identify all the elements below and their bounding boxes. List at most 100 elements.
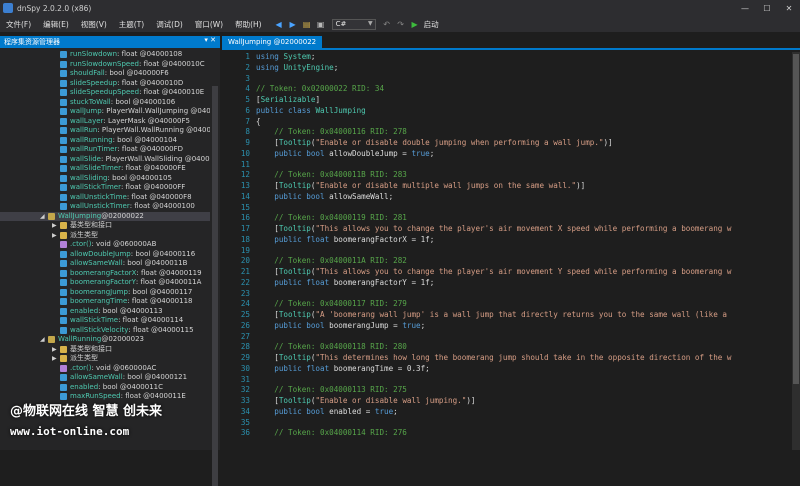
editor-scrollbar[interactable]: [792, 52, 800, 450]
tree-item[interactable]: boomerangFactorY : float @0400011A: [0, 278, 210, 288]
tab-walljumping[interactable]: WallJumping @02000022: [222, 36, 323, 48]
tree-scrollbar[interactable]: [212, 86, 218, 486]
tree-item-signature: : float @0400010D: [117, 78, 184, 87]
expand-toggle-icon[interactable]: ◢: [40, 335, 48, 345]
tree-item[interactable]: shouldFall : bool @040000F6: [0, 69, 210, 79]
line-number: 19: [240, 245, 250, 255]
menu-debug[interactable]: 调试(D): [150, 19, 189, 30]
tab-label: WallJumping @02000022: [228, 38, 317, 46]
field-icon: [60, 108, 67, 116]
tree-item[interactable]: ◢ WallRunning @02000023: [0, 335, 210, 345]
line-number: 13: [240, 181, 250, 190]
panel-controls[interactable]: ▾ ✕: [204, 36, 216, 44]
code-line: 10 public bool allowDoubleJump = true;: [222, 149, 790, 160]
tree-item[interactable]: wallRun : PlayerWall.WallRunning @04000: [0, 126, 210, 136]
field-icon: [60, 383, 67, 391]
tree-item[interactable]: ▶ 基类型和接口: [0, 345, 210, 355]
tree-item[interactable]: wallRunning : bool @04000104: [0, 136, 210, 146]
tree-item[interactable]: runSlowdown : float @04000108: [0, 50, 210, 60]
tree-item[interactable]: wallStickTime : float @04000114: [0, 316, 210, 326]
tab-strip: [222, 48, 800, 50]
tree-item[interactable]: boomerangTime : float @04000118: [0, 297, 210, 307]
menu-view[interactable]: 视图(V): [75, 19, 113, 30]
tree-item[interactable]: wallSliding : bool @04000105: [0, 174, 210, 184]
expand-toggle-icon[interactable]: ▶: [52, 354, 60, 364]
tree-item[interactable]: allowDoubleJump : bool @04000116: [0, 250, 210, 260]
tree-item[interactable]: .ctor() : void @060000AC: [0, 364, 210, 374]
language-select[interactable]: C# ▼: [331, 18, 376, 30]
tree-item[interactable]: wallUnstickTimer : float @04000100: [0, 202, 210, 212]
language-value: C#: [335, 20, 347, 28]
tree-item[interactable]: runSlowdownSpeed : float @0400010C: [0, 60, 210, 70]
save-icon[interactable]: ▣: [316, 19, 326, 29]
code-text: public float boomerangTime = 0.3f;: [256, 364, 429, 375]
close-button[interactable]: ✕: [778, 0, 800, 16]
tree-item[interactable]: enabled : bool @0400011C: [0, 383, 210, 393]
tree-item[interactable]: ▶ 派生类型: [0, 354, 210, 364]
tree-item[interactable]: wallSlideTimer : float @040000FE: [0, 164, 210, 174]
tree-item[interactable]: wallJump : PlayerWall.WallJumping @0400: [0, 107, 210, 117]
menu-window[interactable]: 窗口(W): [189, 19, 229, 30]
tree-item-name: wallJump: [70, 107, 102, 115]
field-icon: [60, 165, 67, 173]
expand-toggle-icon[interactable]: ▶: [52, 221, 60, 231]
tree-item[interactable]: allowSameWall : bool @0400011B: [0, 259, 210, 269]
menu-theme[interactable]: 主题(T): [113, 19, 150, 30]
line-number: 4: [245, 84, 250, 94]
maximize-button[interactable]: ☐: [756, 0, 778, 16]
line-number: 8: [245, 127, 250, 137]
editor-scroll-thumb[interactable]: [793, 54, 799, 384]
tree-item-signature: : void @060000AB: [91, 240, 157, 248]
tree-item[interactable]: stuckToWall : bool @04000106: [0, 98, 210, 108]
tree-item[interactable]: allowSameWall : bool @04000121: [0, 373, 210, 383]
tree-item[interactable]: wallUnstickTime : float @040000F8: [0, 193, 210, 203]
menu-help[interactable]: 帮助(H): [229, 19, 268, 30]
tree-item[interactable]: boomerangFactorX : float @04000119: [0, 269, 210, 279]
line-number: 29: [240, 353, 250, 362]
tree-item-name: slideSpeedupSpeed: [70, 88, 140, 96]
code-token: public bool: [256, 320, 330, 330]
expand-toggle-icon[interactable]: ▶: [52, 345, 60, 355]
tree-item[interactable]: slideSpeedupSpeed : float @0400010E: [0, 88, 210, 98]
line-number: 7: [245, 116, 250, 126]
tree-item-signature: : float @040000FE: [121, 164, 186, 172]
tree-item[interactable]: ▶ 派生类型: [0, 231, 210, 241]
code-text: public bool boomerangJump = true;: [256, 321, 425, 332]
tree-item[interactable]: ▶ 基类型和接口: [0, 221, 210, 231]
tree-item[interactable]: wallSlide : PlayerWall.WallSliding @0400…: [0, 155, 210, 165]
assembly-explorer: 程序集资源管理器 ▾ ✕ runSlowdown : float @040001…: [0, 36, 220, 486]
code-token: "A 'boomerang wall jump' is a wall jump …: [315, 310, 727, 319]
assembly-tree[interactable]: runSlowdown : float @04000108 runSlowdown…: [0, 50, 210, 450]
redo-icon[interactable]: ↷: [396, 19, 406, 29]
line-number: 26: [240, 320, 250, 330]
tree-item[interactable]: .ctor() : void @060000AB: [0, 240, 210, 250]
folder-icon: [60, 355, 67, 363]
tree-item[interactable]: enabled : bool @04000113: [0, 307, 210, 317]
line-number: 17: [240, 224, 250, 233]
expand-toggle-icon[interactable]: ◢: [40, 212, 48, 222]
line-number: 24: [240, 299, 250, 309]
start-icon[interactable]: ▶: [410, 19, 420, 29]
start-button[interactable]: 启动: [424, 19, 439, 30]
menu-file[interactable]: 文件(F): [0, 19, 37, 30]
undo-icon[interactable]: ↶: [382, 19, 392, 29]
forward-icon[interactable]: ▶: [288, 19, 298, 29]
tree-item[interactable]: slideSpeedup : float @0400010D: [0, 79, 210, 89]
menu-edit[interactable]: 编辑(E): [37, 19, 75, 30]
tree-item[interactable]: wallRunTimer : float @040000FD: [0, 145, 210, 155]
expand-toggle-icon[interactable]: ▶: [52, 231, 60, 241]
tree-item[interactable]: wallStickVelocity : float @04000115: [0, 326, 210, 336]
tree-item[interactable]: boomerangJump : bool @04000117: [0, 288, 210, 298]
tree-item[interactable]: wallLayer : LayerMask @040000F5: [0, 117, 210, 127]
minimize-button[interactable]: —: [734, 0, 756, 16]
field-icon: [60, 250, 67, 258]
folder-icon: [60, 345, 67, 353]
tree-item-name: wallStickVelocity: [70, 325, 129, 334]
code-view[interactable]: 1 using System; 2 using UnityEngine; 3 4 // To…: [222, 52, 790, 450]
tree-item[interactable]: ◢ WallJumping @02000022: [0, 211, 210, 222]
tree-item[interactable]: wallStickTimer : float @040000FF: [0, 183, 210, 193]
field-icon: [60, 269, 67, 277]
open-icon[interactable]: ▤: [302, 19, 312, 29]
back-icon[interactable]: ◀: [274, 19, 284, 29]
code-line: 25 [Tooltip("A 'boomerang wall jump' is …: [222, 310, 790, 321]
